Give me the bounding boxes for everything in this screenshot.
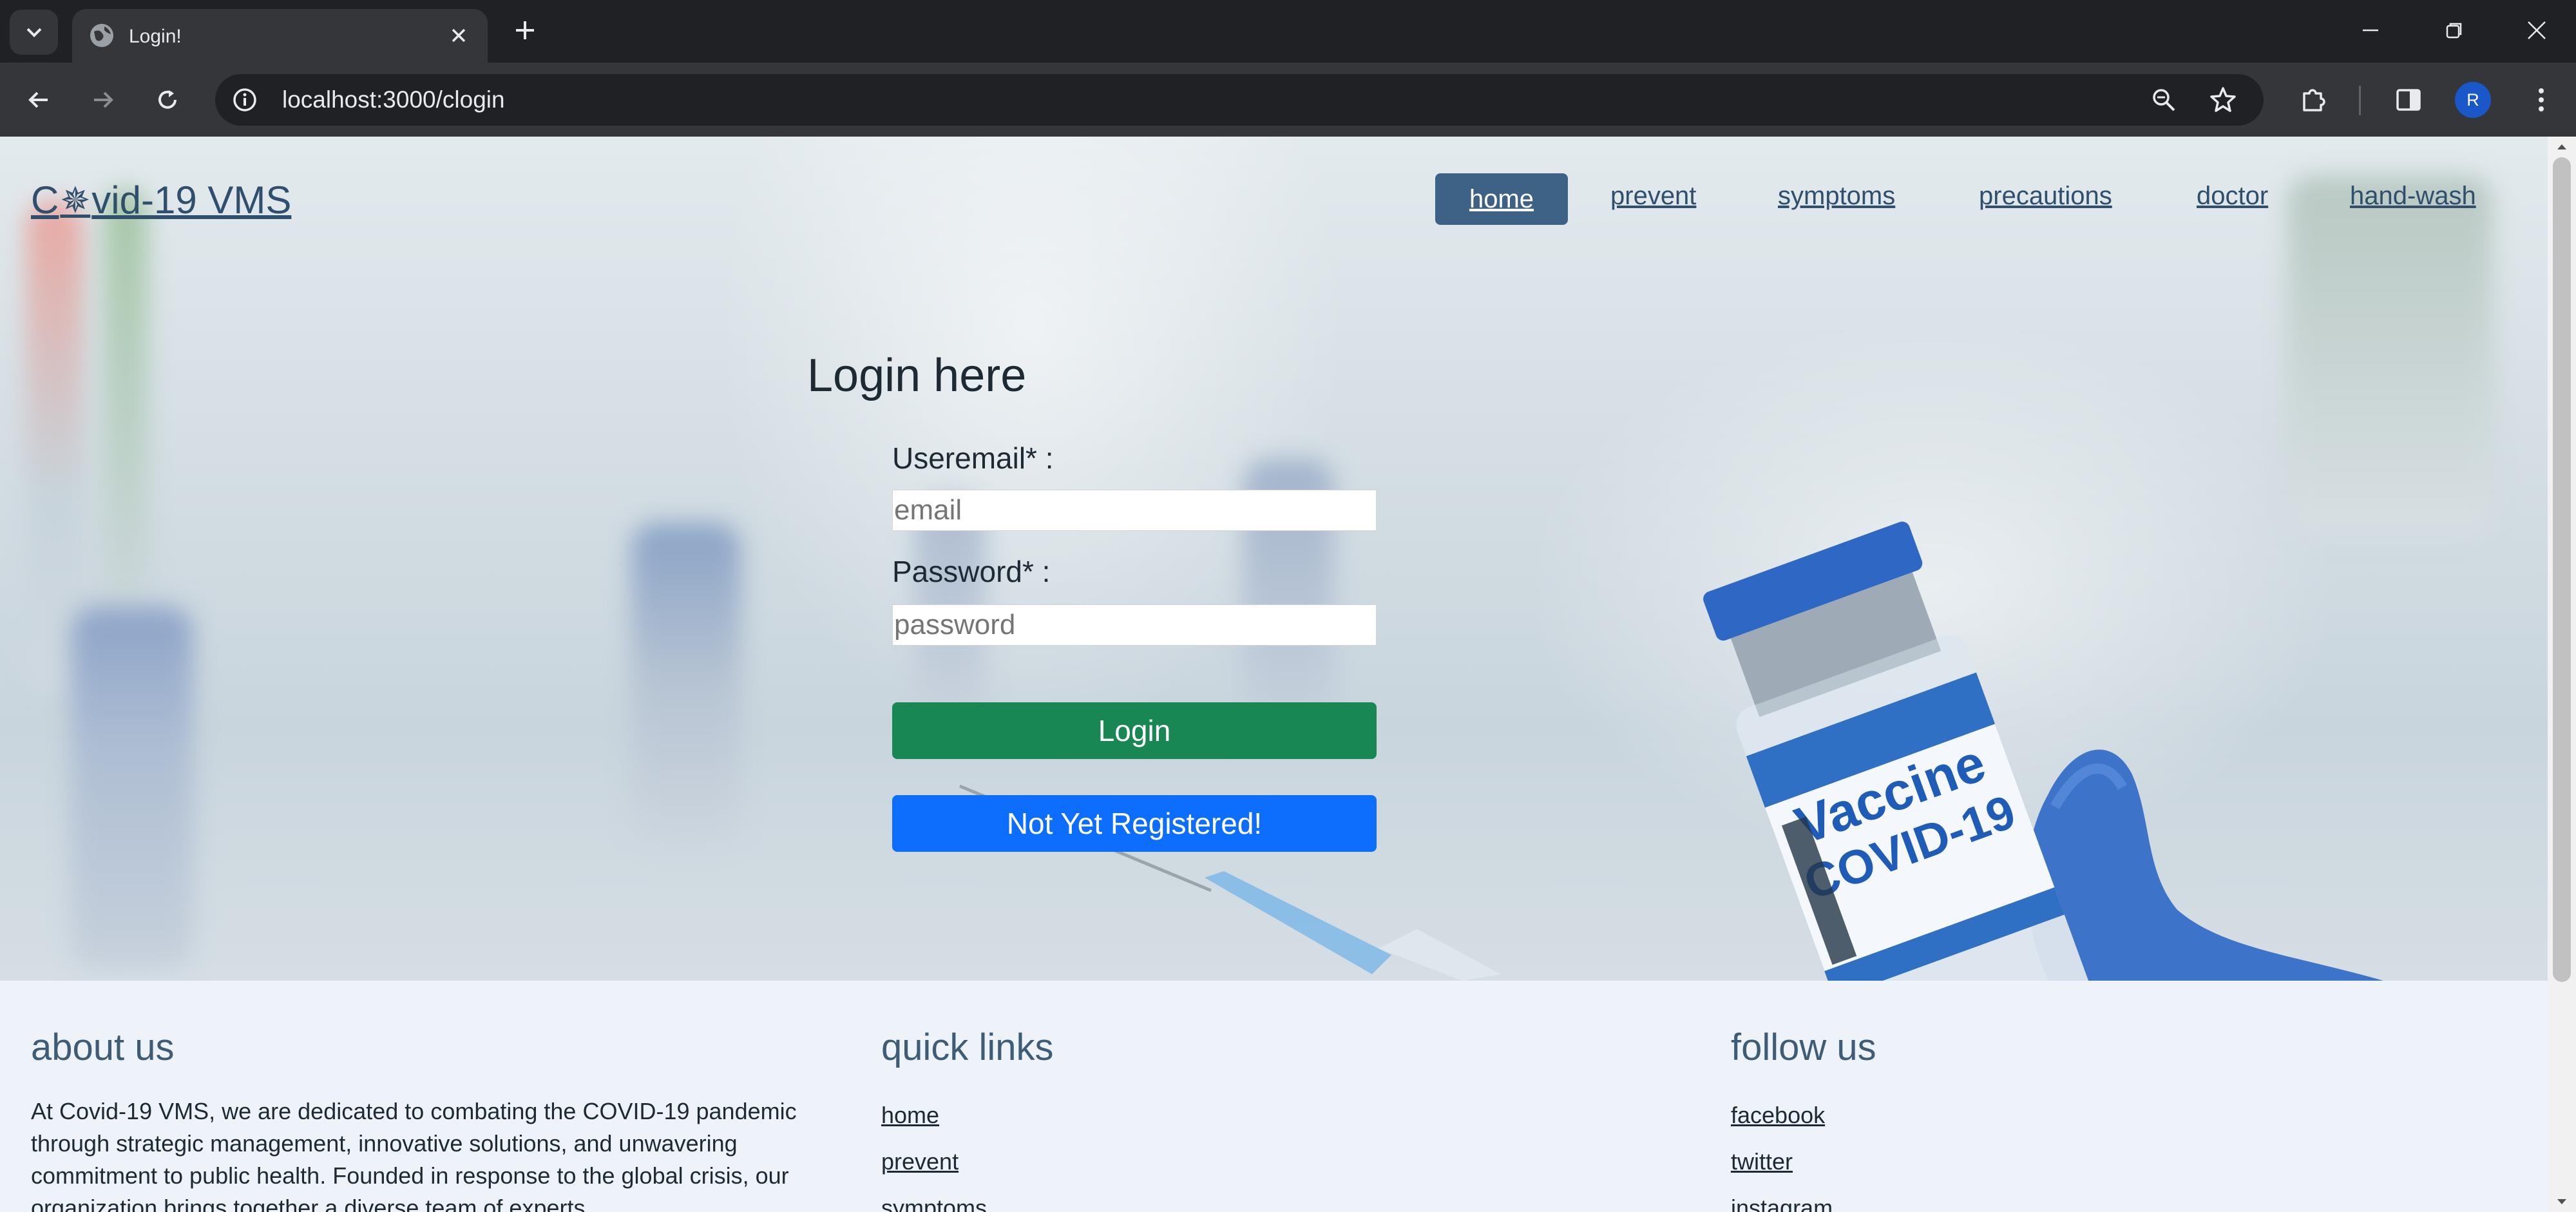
scrollbar-thumb[interactable] xyxy=(2553,157,2571,982)
zoom-out-icon xyxy=(2153,89,2175,111)
about-us-heading: about us xyxy=(31,1026,175,1068)
more-vert-icon xyxy=(2539,88,2544,111)
follow-us-heading: follow us xyxy=(1731,1026,1876,1068)
browser-menu-button[interactable] xyxy=(2523,82,2559,118)
plus-icon xyxy=(516,21,534,39)
restore-icon xyxy=(2446,23,2462,39)
minimize-button[interactable] xyxy=(2351,14,2390,46)
zoom-button[interactable] xyxy=(2146,82,2181,117)
address-bar[interactable]: localhost:3000/clogin xyxy=(215,74,2264,126)
register-button[interactable]: Not Yet Registered! xyxy=(892,795,1377,852)
quick-links-heading: quick links xyxy=(881,1026,1054,1068)
tab-search-button[interactable] xyxy=(10,10,58,55)
password-input[interactable] xyxy=(892,604,1377,646)
reload-button[interactable] xyxy=(149,82,185,117)
restore-button[interactable] xyxy=(2435,14,2474,46)
login-button[interactable]: Login xyxy=(892,702,1377,759)
nav-link-home[interactable]: home xyxy=(1435,173,1568,225)
footer-link-prevent[interactable]: prevent xyxy=(881,1148,959,1175)
bookmark-button[interactable] xyxy=(2206,82,2240,117)
url-text: localhost:3000/clogin xyxy=(282,86,505,113)
browser-tab-strip: Login! xyxy=(0,0,2576,63)
footer-link-home[interactable]: home xyxy=(881,1102,939,1129)
logo-text-suffix: vid-19 VMS xyxy=(91,178,292,222)
globe-icon xyxy=(90,24,113,47)
vaccine-illustration: Vaccine COVID-19 xyxy=(959,521,2383,981)
close-icon xyxy=(2528,21,2546,39)
password-label: Password* : xyxy=(892,555,1051,588)
nav-link-doctor[interactable]: doctor xyxy=(2197,182,2268,211)
login-title: Login here xyxy=(807,350,1027,401)
side-panel-button[interactable] xyxy=(2390,82,2427,118)
extensions-button[interactable] xyxy=(2295,82,2331,118)
window-close-button[interactable] xyxy=(2517,14,2556,46)
footer-link-twitter[interactable]: twitter xyxy=(1731,1148,1793,1175)
info-icon xyxy=(233,88,256,111)
minimize-icon xyxy=(2363,29,2378,32)
forward-button[interactable] xyxy=(85,82,120,117)
email-input[interactable] xyxy=(892,490,1377,531)
profile-avatar[interactable]: R xyxy=(2455,82,2491,118)
chevron-down-icon xyxy=(26,28,41,37)
nav-link-precautions[interactable]: precautions xyxy=(1979,182,2112,211)
email-label: Useremail* : xyxy=(892,441,1054,475)
site-info-button[interactable] xyxy=(228,83,262,117)
tab-close-button[interactable] xyxy=(444,21,473,50)
arrow-left-icon xyxy=(28,91,48,108)
scroll-down-icon[interactable] xyxy=(2555,1195,2568,1208)
close-icon xyxy=(452,28,466,43)
browser-toolbar: localhost:3000/clogin xyxy=(0,63,2576,137)
puzzle-icon xyxy=(2303,89,2325,111)
glove xyxy=(2027,749,2383,981)
reload-icon xyxy=(158,90,177,109)
scroll-up-icon[interactable] xyxy=(2555,140,2568,153)
virus-icon: ✵ xyxy=(60,179,91,220)
side-panel-icon xyxy=(2396,89,2421,111)
logo-text-prefix: C xyxy=(31,178,59,222)
nav-link-symptoms[interactable]: symptoms xyxy=(1778,182,1895,211)
page-viewport: Vaccine COVID-19 C ✵ vid-19 VMS home pre… xyxy=(0,137,2548,1212)
nav-link-prevent[interactable]: prevent xyxy=(1610,182,1696,211)
footer-link-symptoms[interactable]: symptoms xyxy=(881,1195,987,1212)
vaccine-vial: Vaccine COVID-19 xyxy=(1703,521,2092,981)
new-tab-button[interactable] xyxy=(509,14,541,46)
browser-tab[interactable]: Login! xyxy=(72,9,488,63)
about-us-text: At Covid-19 VMS, we are dedicated to com… xyxy=(31,1098,797,1212)
arrow-right-icon xyxy=(93,91,113,108)
page-scrollbar[interactable] xyxy=(2548,137,2576,1212)
site-footer: about us At Covid-19 VMS, we are dedicat… xyxy=(0,981,2548,1212)
hero-section: Vaccine COVID-19 C ✵ vid-19 VMS home pre… xyxy=(0,137,2548,981)
nav-link-hand-wash[interactable]: hand-wash xyxy=(2350,182,2476,211)
tab-title: Login! xyxy=(129,26,182,47)
footer-link-instagram[interactable]: instagram xyxy=(1731,1195,1833,1212)
footer-link-facebook[interactable]: facebook xyxy=(1731,1102,1825,1129)
star-icon xyxy=(2210,87,2236,112)
site-logo[interactable]: C ✵ vid-19 VMS xyxy=(31,178,291,222)
toolbar-divider xyxy=(2359,86,2361,115)
back-button[interactable] xyxy=(21,82,56,117)
